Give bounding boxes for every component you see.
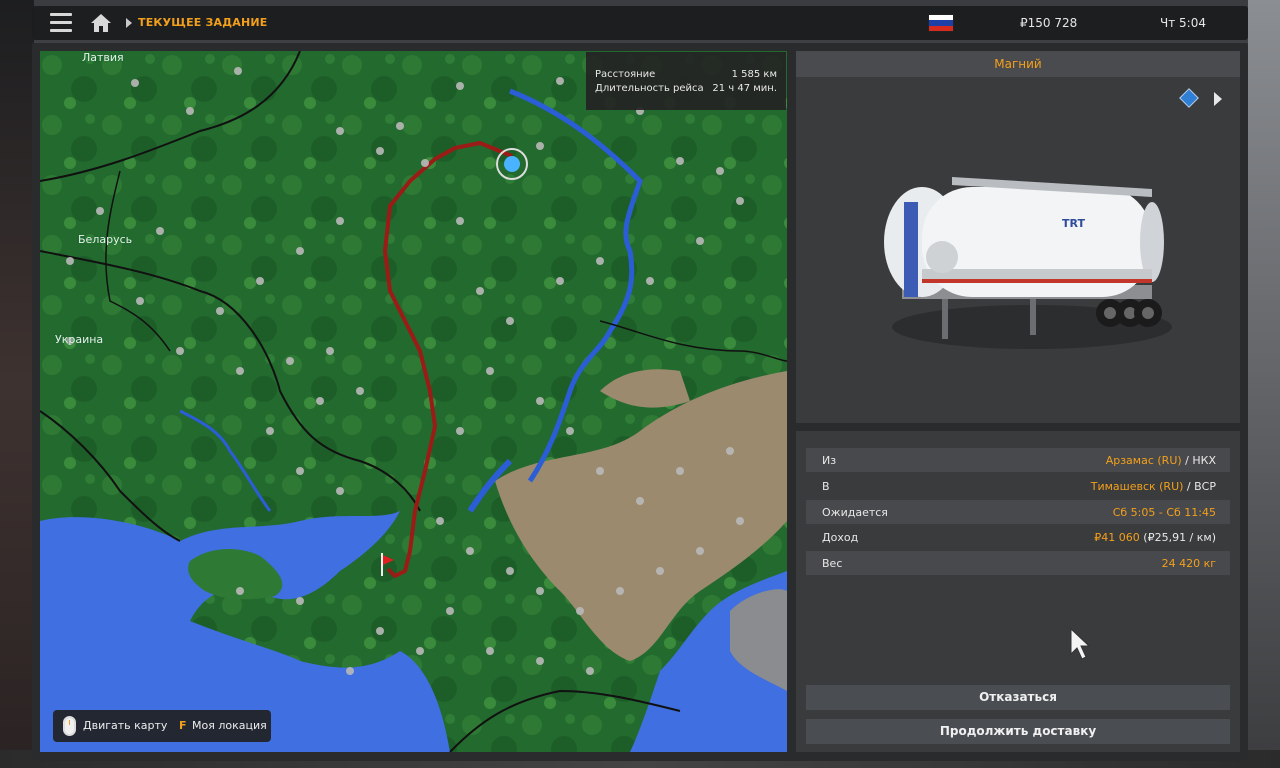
mouse-icon	[63, 716, 76, 736]
job-details-panel: Из Арзамас (RU) / НКХ В Тимашевск (RU) /…	[796, 431, 1240, 752]
cargo-name: Магний	[796, 51, 1240, 77]
duration-label: Длительность рейса	[595, 83, 704, 94]
trailer-panel: Магний TRT	[796, 51, 1240, 423]
money-balance: ₽150 728	[1020, 16, 1078, 30]
game-clock: Чт 5:04	[1160, 16, 1206, 30]
my-location-button[interactable]: Моя локация	[192, 719, 267, 732]
detail-row-expected: Ожидается Сб 5:05 - Сб 11:45	[806, 500, 1230, 524]
breadcrumb-chevron-icon	[126, 18, 132, 28]
country-label-ukraine: Украина	[55, 333, 104, 346]
move-map-label: Двигать карту	[83, 719, 168, 732]
from-company: НКХ	[1192, 453, 1216, 467]
background-garage-left	[0, 0, 34, 768]
continue-delivery-button[interactable]: Продолжить доставку	[806, 719, 1230, 744]
weight-value: 24 420 кг	[1161, 556, 1216, 570]
distance-label: Расстояние	[595, 69, 656, 80]
country-label-latvia: Латвия	[82, 51, 124, 64]
expected-value: Сб 5:05 - Сб 11:45	[1112, 505, 1216, 519]
adr-diamond-icon[interactable]	[1179, 88, 1199, 108]
trailer-image: TRT	[884, 177, 1172, 349]
hamburger-menu-icon[interactable]	[50, 13, 72, 33]
breadcrumb-current: ТЕКУЩЕЕ ЗАДАНИЕ	[138, 16, 268, 29]
decline-button[interactable]: Отказаться	[806, 685, 1230, 710]
income-value: ₽41 060	[1094, 530, 1140, 544]
map-canvas[interactable]	[40, 51, 787, 752]
income-label: Доход	[822, 530, 859, 544]
home-icon[interactable]	[90, 13, 112, 33]
country-label-belarus: Беларусь	[78, 233, 133, 246]
location-key: F	[179, 719, 187, 732]
top-bar: ТЕКУЩЕЕ ЗАДАНИЕ ₽150 728 Чт 5:04	[32, 6, 1248, 40]
detail-row-from: Из Арзамас (RU) / НКХ	[806, 448, 1230, 472]
mouse-cursor-icon	[1070, 628, 1091, 660]
income-rate: (₽25,91 / км)	[1143, 530, 1216, 544]
russia-flag-icon	[928, 14, 954, 32]
svg-text:TRT: TRT	[1062, 217, 1085, 230]
detail-row-weight: Вес 24 420 кг	[806, 551, 1230, 575]
from-label: Из	[822, 453, 837, 467]
map-controls-hint: Двигать карту F Моя локация	[53, 710, 271, 742]
expected-label: Ожидается	[822, 505, 888, 519]
distance-value: 1 585 км	[731, 69, 777, 80]
route-info-box: Расстояние 1 585 км Длительность рейса 2…	[586, 52, 786, 110]
background-garage-right	[1248, 0, 1280, 768]
from-city: Арзамас (RU)	[1105, 453, 1182, 467]
arrow-right-icon[interactable]	[1214, 92, 1222, 106]
to-label: В	[822, 479, 830, 493]
duration-value: 21 ч 47 мин.	[712, 83, 777, 94]
to-company: ВСР	[1194, 479, 1216, 493]
to-city: Тимашевск (RU)	[1090, 479, 1184, 493]
route-map[interactable]: Латвия Беларусь Украина	[40, 51, 787, 752]
weight-label: Вес	[822, 556, 843, 570]
detail-row-income: Доход ₽41 060 (₽25,91 / км)	[806, 525, 1230, 549]
truck-position-icon	[504, 156, 520, 172]
detail-row-to: В Тимашевск (RU) / ВСР	[822, 479, 1216, 493]
